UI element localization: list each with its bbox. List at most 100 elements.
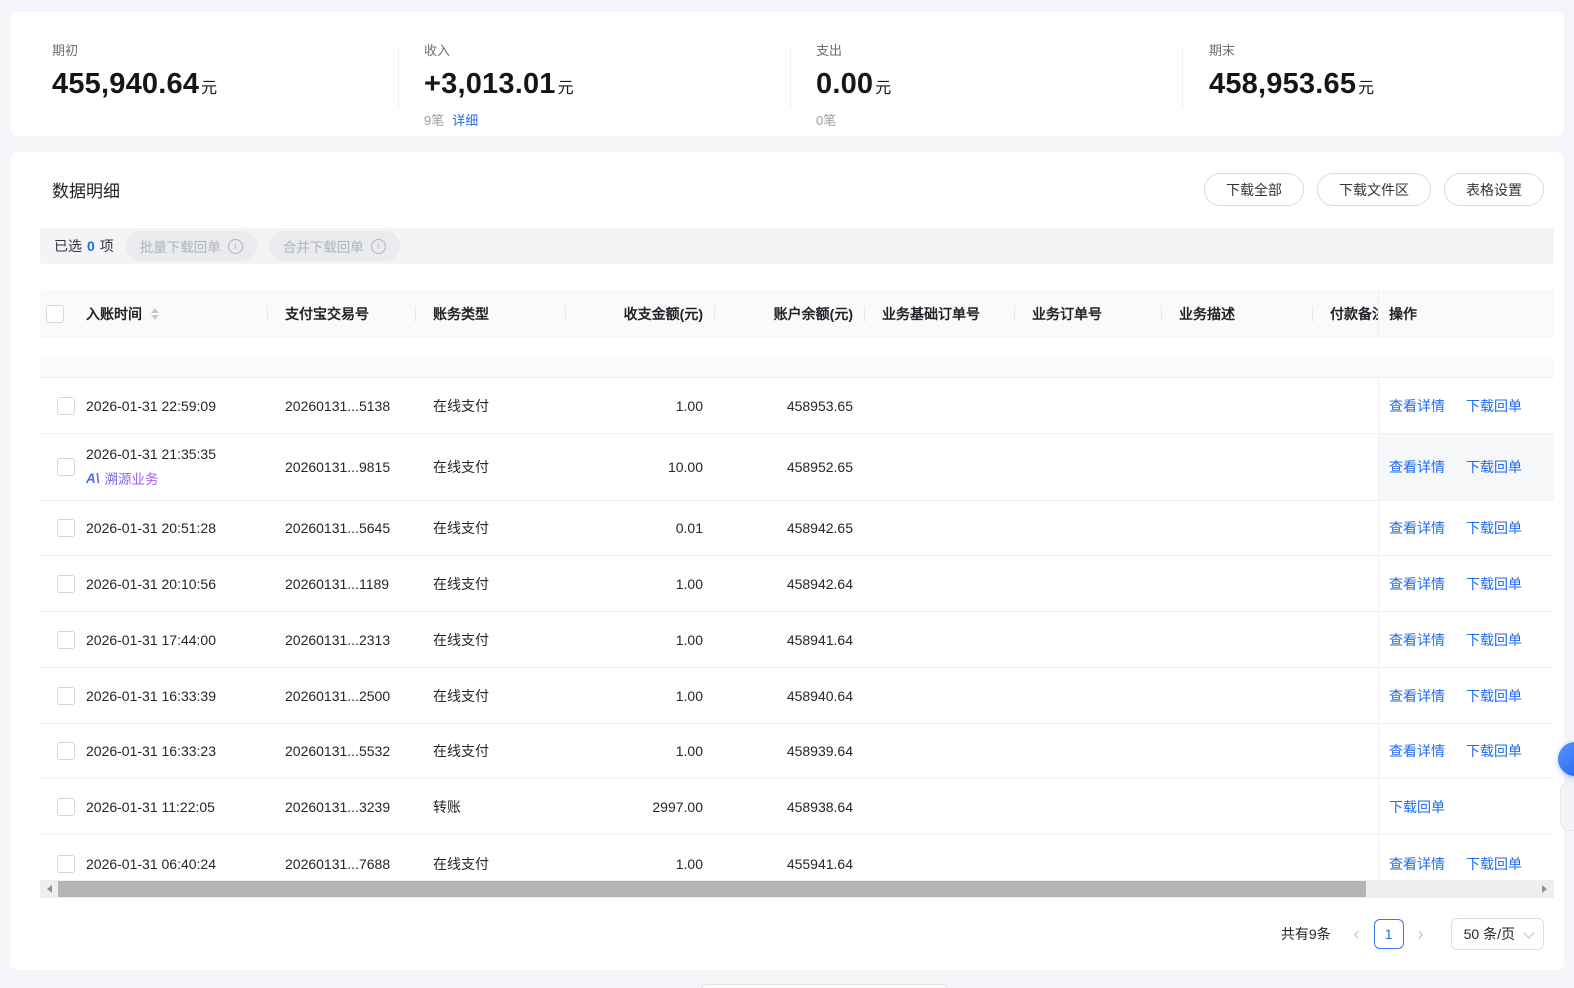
header-action-cell: 操作	[1378, 290, 1554, 338]
download-receipt-link[interactable]: 下载回单	[1389, 797, 1445, 817]
business-order-cell	[1015, 378, 1162, 433]
currency-unit: 元	[875, 80, 891, 97]
view-detail-link[interactable]: 查看详情	[1389, 574, 1445, 594]
business-desc-cell	[1162, 612, 1313, 667]
column-header-label: 业务基础订单号	[882, 304, 980, 324]
download-receipt-link[interactable]: 下载回单	[1466, 396, 1522, 416]
balance-cell: 458953.65	[715, 378, 865, 433]
column-header: 支付宝交易号	[268, 290, 416, 338]
row-checkbox-cell	[40, 434, 86, 500]
entry-time: 2026-01-31 20:51:28	[86, 520, 216, 536]
business-order-cell	[1015, 668, 1162, 723]
account-type-cell: 在线支付	[416, 668, 566, 723]
transaction-id-cell: 20260131...1189	[268, 556, 416, 611]
transaction-id-cell: 20260131...3239	[268, 779, 416, 834]
column-header: 账务类型	[416, 290, 566, 338]
row-checkbox[interactable]	[57, 397, 75, 415]
header-checkbox-cell	[40, 290, 86, 338]
table-settings-button[interactable]: 表格设置	[1444, 173, 1544, 206]
trace-tag[interactable]: A\溯源业务	[86, 468, 159, 488]
table-row: 2026-01-31 16:33:2320260131...5532在线支付1.…	[40, 724, 1554, 779]
business-order-cell	[1015, 779, 1162, 834]
view-detail-link[interactable]: 查看详情	[1389, 630, 1445, 650]
selected-label: 已选0项	[54, 236, 114, 256]
column-header-label: 业务订单号	[1032, 304, 1102, 324]
business-desc-cell	[1162, 378, 1313, 433]
row-actions-cell: 查看详情 下载回单	[1378, 501, 1554, 555]
scroll-right-arrow-icon[interactable]	[1542, 885, 1547, 893]
balance-cell: 458952.65	[715, 434, 865, 500]
row-checkbox[interactable]	[57, 631, 75, 649]
entry-time-cell: 2026-01-31 16:33:23	[86, 724, 268, 778]
divider	[398, 46, 399, 108]
scroll-left-arrow-icon[interactable]	[47, 885, 52, 893]
batch-download-receipt-button[interactable]: 批量下载回单 i	[126, 231, 257, 261]
income-detail-link[interactable]: 详细	[452, 113, 478, 128]
bottom-toast-sliver	[700, 984, 949, 988]
business-order-cell	[1015, 556, 1162, 611]
currency-unit: 元	[201, 80, 217, 97]
entry-time-cell: 2026-01-31 20:10:56	[86, 556, 268, 611]
download-receipt-link[interactable]: 下载回单	[1466, 686, 1522, 706]
transaction-id-cell: 20260131...5138	[268, 378, 416, 433]
sort-icon[interactable]	[151, 308, 159, 320]
account-type-cell: 在线支付	[416, 724, 566, 778]
row-checkbox[interactable]	[57, 458, 75, 476]
view-detail-link[interactable]: 查看详情	[1389, 518, 1445, 538]
horizontal-scrollbar[interactable]	[40, 880, 1554, 898]
table-row: 2026-01-31 22:59:0920260131...5138在线支付1.…	[40, 378, 1554, 434]
row-checkbox[interactable]	[57, 575, 75, 593]
download-receipt-link[interactable]: 下载回单	[1466, 574, 1522, 594]
stat-income: 收入 +3,013.01元 9笔详细	[424, 40, 574, 129]
transaction-id-cell: 20260131...5645	[268, 501, 416, 555]
row-checkbox[interactable]	[57, 855, 75, 873]
download-receipt-link[interactable]: 下载回单	[1466, 741, 1522, 761]
view-detail-link[interactable]: 查看详情	[1389, 741, 1445, 761]
next-page-button[interactable]: ›	[1409, 920, 1433, 948]
download-all-button[interactable]: 下载全部	[1204, 173, 1304, 206]
table-row: 2026-01-31 21:35:35A\溯源业务20260131...9815…	[40, 434, 1554, 501]
summary-card: 期初 455,940.64元 收入 +3,013.01元 9笔详细 支出 0.0…	[10, 12, 1564, 136]
transaction-id-cell: 20260131...2500	[268, 668, 416, 723]
view-detail-link[interactable]: 查看详情	[1389, 686, 1445, 706]
select-all-checkbox[interactable]	[46, 305, 64, 323]
row-checkbox-cell	[40, 612, 86, 667]
row-checkbox[interactable]	[57, 798, 75, 816]
stat-expense: 支出 0.00元 0笔	[816, 40, 891, 129]
balance-cell: 458938.64	[715, 779, 865, 834]
row-checkbox[interactable]	[57, 742, 75, 760]
page-number-button[interactable]: 1	[1374, 919, 1404, 949]
business-order-cell	[1015, 724, 1162, 778]
business-desc-cell	[1162, 501, 1313, 555]
base-order-cell	[865, 724, 1015, 778]
business-desc-cell	[1162, 779, 1313, 834]
base-order-cell	[865, 779, 1015, 834]
trace-tag-label: 溯源业务	[105, 468, 159, 488]
download-receipt-link[interactable]: 下载回单	[1466, 854, 1522, 874]
page-size-select[interactable]: 50 条/页	[1451, 918, 1544, 950]
download-filezone-button[interactable]: 下载文件区	[1317, 173, 1431, 206]
table-empty-band	[40, 338, 1554, 357]
row-checkbox[interactable]	[57, 687, 75, 705]
column-header: 业务描述	[1162, 290, 1313, 338]
column-header: 入账时间	[86, 290, 268, 338]
entry-time: 2026-01-31 22:59:09	[86, 398, 216, 414]
table-row: 2026-01-31 17:44:0020260131...2313在线支付1.…	[40, 612, 1554, 668]
download-receipt-link[interactable]: 下载回单	[1466, 518, 1522, 538]
view-detail-link[interactable]: 查看详情	[1389, 854, 1445, 874]
download-receipt-link[interactable]: 下载回单	[1466, 457, 1522, 477]
stat-closing-balance: 期末 458,953.65元	[1209, 40, 1374, 101]
data-detail-card: 数据明细 下载全部 下载文件区 表格设置 已选0项 批量下载回单 i 合并下载回…	[10, 152, 1564, 970]
info-icon: i	[228, 239, 243, 254]
selected-count: 0	[87, 238, 95, 254]
stat-value: 0.00元	[816, 68, 891, 101]
merge-download-receipt-button[interactable]: 合并下载回单 i	[269, 231, 400, 261]
floating-widget-panel[interactable]	[1560, 781, 1574, 831]
prev-page-button[interactable]: ‹	[1345, 920, 1369, 948]
view-detail-link[interactable]: 查看详情	[1389, 396, 1445, 416]
scrollbar-thumb[interactable]	[58, 881, 1366, 897]
row-checkbox[interactable]	[57, 519, 75, 537]
download-receipt-link[interactable]: 下载回单	[1466, 630, 1522, 650]
view-detail-link[interactable]: 查看详情	[1389, 457, 1445, 477]
entry-time-cell: 2026-01-31 16:33:39	[86, 668, 268, 723]
